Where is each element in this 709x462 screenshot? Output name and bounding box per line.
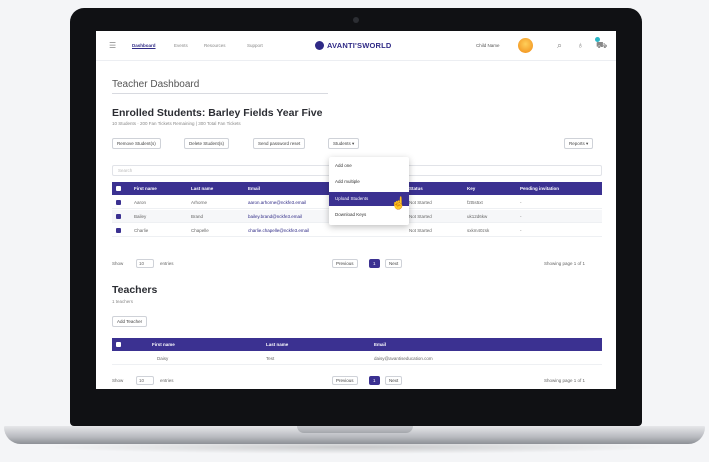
table-row[interactable]: Daisy Test daisy@avantiseducation.com [112,352,602,365]
students-section-title: Enrolled Students: Barley Fields Year Fi… [112,107,323,119]
entries-select[interactable]: 10 [136,376,154,385]
cell-email[interactable]: charlie.chapelle@nckfe3.email [248,224,309,237]
logo-icon [315,41,324,50]
cell-first-name: Aaron [134,200,147,205]
cell-status: Not Started [409,228,432,233]
col-last-name[interactable]: Last name [191,182,213,195]
col-email[interactable]: Email [374,338,386,351]
teachers-table-header: First name Last name Email [112,338,602,351]
col-first-name[interactable]: First name [152,338,175,351]
cell-key: uk12d6kw [467,214,488,219]
cell-email: daisy@avantiseducation.com [374,356,433,361]
cell-last-name: Arhorne [191,200,208,205]
teachers-section-title: Teachers [112,284,158,296]
cell-status: Not Started [409,214,432,219]
logo-text[interactable]: AVANTI'SWORLD [327,41,392,50]
add-teacher-button[interactable]: Add Teacher [112,316,148,327]
cell-email[interactable]: bailey.brand@nckfe3.email [248,210,302,223]
select-all-checkbox[interactable] [116,342,121,347]
entries-select[interactable]: 10 [136,259,154,268]
reports-button[interactable]: Reports ▾ [564,138,594,149]
show-label: Show [112,261,124,266]
laptop-notch [297,426,413,433]
page-1-button[interactable]: 1 [369,376,380,385]
col-last-name[interactable]: Last name [266,338,288,351]
cell-first-name: Daisy [157,356,169,361]
nav-support[interactable]: Support [247,43,263,48]
page-1-button[interactable]: 1 [369,259,380,268]
cell-email[interactable]: aaron.arhorne@nckfe3.email [248,196,306,209]
dropdown-download-keys[interactable]: Download Keys [329,208,409,222]
camera-icon [353,17,359,23]
cell-first-name: Charlie [134,228,149,233]
col-pending[interactable]: Pending invitation [520,182,559,195]
cell-last-name: Chapelle [191,228,209,233]
cell-key: f2t5s5xt [467,200,483,205]
screen: ☰ Dashboard Events Resources Support AVA… [96,31,616,389]
previous-button[interactable]: Previous [332,259,358,268]
teachers-subtitle: 1 teachers [112,299,134,304]
delete-students-button[interactable]: Delete Student(s) [184,138,230,149]
cart-icon[interactable]: ⛟ [596,40,607,52]
students-dropdown: Add one Add multiple Upload Students Dow… [329,157,409,225]
col-first-name[interactable]: First name [134,182,157,195]
cell-last-name: Brand [191,214,204,219]
show-label: Show [112,378,124,383]
col-status[interactable]: Status [409,182,423,195]
dropdown-add-multiple[interactable]: Add multiple [329,175,409,189]
search-icon[interactable]: ⌕ [557,40,562,51]
cell-pending: - [520,228,522,233]
students-subtitle: 10 Students · 200 Fan Tickets Remaining … [112,121,241,126]
row-checkbox[interactable] [116,200,121,205]
menu-icon[interactable]: ☰ [109,41,116,50]
top-nav: ☰ Dashboard Events Resources Support AVA… [96,31,616,61]
row-checkbox[interactable] [116,214,121,219]
remove-students-button[interactable]: Remove Student(s) [112,138,161,149]
divider [112,93,328,94]
avatar[interactable] [518,38,533,53]
row-checkbox[interactable] [116,228,121,233]
hand-cursor-icon: ☝ [391,196,406,210]
bell-icon[interactable]: ♁ [577,40,584,50]
cell-pending: - [520,200,522,205]
cell-first-name: Bailey [134,214,147,219]
user-name[interactable]: Child Name [476,43,500,48]
cell-pending: - [520,214,522,219]
next-button[interactable]: Next [385,376,403,385]
page-info: Showing page 1 of 1 [544,378,586,383]
nav-resources[interactable]: Resources [204,43,226,48]
cell-status: Not Started [409,200,432,205]
cell-last-name: Test [266,356,275,361]
table-row[interactable]: Charlie Chapelle charlie.chapelle@nckfe3… [112,224,602,237]
entries-label: entries [160,261,174,266]
nav-dashboard[interactable]: Dashboard [132,43,156,48]
dropdown-add-one[interactable]: Add one [329,159,409,173]
select-all-checkbox[interactable] [116,186,121,191]
send-password-reset-button[interactable]: Send password reset [253,138,306,149]
students-menu-button[interactable]: Students ▾ [328,138,360,149]
cell-key: sxkm40zsk [467,228,490,233]
col-email[interactable]: Email [248,182,260,195]
nav-events[interactable]: Events [174,43,188,48]
page-title: Teacher Dashboard [112,79,200,90]
page-info: Showing page 1 of 1 [544,261,586,266]
col-key[interactable]: Key [467,182,475,195]
previous-button[interactable]: Previous [332,376,358,385]
entries-label: entries [160,378,174,383]
next-button[interactable]: Next [385,259,403,268]
